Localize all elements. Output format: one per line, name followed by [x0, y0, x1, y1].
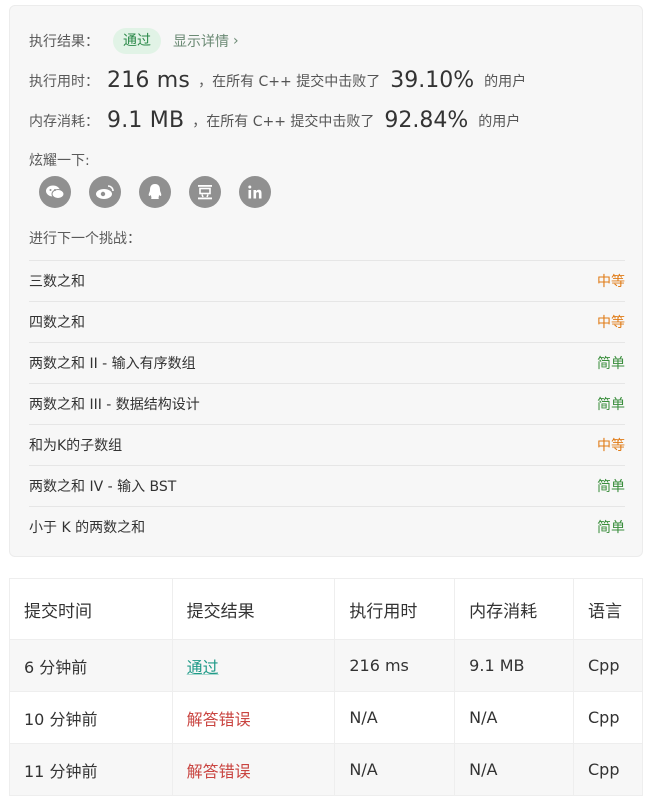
challenge-row: 进行下一个挑战： [29, 228, 141, 248]
submission-result: 解答错误 [171, 691, 336, 744]
share-label: 炫耀一下: [29, 153, 90, 169]
submission-result: 通过 [171, 639, 336, 692]
result-label: 执行结果： [29, 34, 99, 50]
difficulty-badge: 简单 [597, 356, 625, 372]
list-item[interactable]: 两数之和 III - 数据结构设计 简单 [29, 383, 625, 424]
problem-title[interactable]: 四数之和 [29, 312, 85, 332]
result-row: 执行结果： 通过 显示详情 › [29, 28, 239, 54]
show-details-link[interactable]: 显示详情 [173, 31, 229, 51]
difficulty-badge: 简单 [597, 479, 625, 495]
header-result[interactable]: 提交结果 [171, 578, 336, 640]
submission-result-link[interactable]: 解答错误 [187, 710, 251, 729]
header-memory[interactable]: 内存消耗 [454, 578, 574, 640]
problem-title[interactable]: 两数之和 III - 数据结构设计 [29, 394, 200, 414]
list-item[interactable]: 小于 K 的两数之和 简单 [29, 506, 625, 547]
submission-runtime: N/A [334, 691, 456, 744]
douban-icon[interactable] [189, 176, 221, 208]
qq-icon[interactable] [139, 176, 171, 208]
problem-title[interactable]: 两数之和 IV - 输入 BST [29, 476, 176, 496]
weibo-icon[interactable] [89, 176, 121, 208]
runtime-percent: 39.10% [390, 68, 475, 93]
memory-label: 内存消耗： [29, 113, 99, 130]
difficulty-badge: 中等 [597, 274, 625, 290]
header-language[interactable]: 语言 [573, 578, 643, 640]
submission-language: Cpp [573, 691, 643, 744]
submissions-table: 提交时间 提交结果 执行用时 内存消耗 语言 6 分钟前 通过 216 ms 9… [9, 578, 643, 796]
table-row: 11 分钟前 解答错误 N/A N/A Cpp [9, 743, 643, 796]
runtime-suffix: 的用户 [484, 73, 527, 90]
chevron-right-icon[interactable]: › [233, 33, 239, 49]
challenge-label: 进行下一个挑战： [29, 231, 141, 247]
header-runtime[interactable]: 执行用时 [334, 578, 456, 640]
linkedin-icon[interactable] [239, 176, 271, 208]
list-item[interactable]: 四数之和 中等 [29, 301, 625, 342]
runtime-label: 执行用时： [29, 73, 99, 90]
submission-time: 11 分钟前 [9, 743, 173, 796]
memory-value: 9.1 MB [107, 108, 185, 133]
challenge-list: 三数之和 中等 四数之和 中等 两数之和 II - 输入有序数组 简单 两数之和… [29, 260, 625, 547]
header-time[interactable]: 提交时间 [9, 578, 173, 640]
submission-memory: N/A [454, 691, 574, 744]
table-row: 6 分钟前 通过 216 ms 9.1 MB Cpp [9, 639, 643, 692]
table-row: 10 分钟前 解答错误 N/A N/A Cpp [9, 691, 643, 744]
submission-result: 解答错误 [171, 743, 336, 796]
table-header-row: 提交时间 提交结果 执行用时 内存消耗 语言 [9, 578, 643, 640]
difficulty-badge: 简单 [597, 397, 625, 413]
submission-runtime: 216 ms [334, 639, 456, 692]
list-item[interactable]: 三数之和 中等 [29, 260, 625, 301]
submission-memory: N/A [454, 743, 574, 796]
memory-middle-text: ，在所有 C++ 提交中击败了 [192, 113, 375, 130]
problem-title[interactable]: 三数之和 [29, 271, 85, 291]
memory-percent: 92.84% [384, 108, 469, 133]
problem-title[interactable]: 小于 K 的两数之和 [29, 517, 145, 537]
submission-runtime: N/A [334, 743, 456, 796]
status-badge: 通过 [113, 28, 161, 54]
submission-result-link[interactable]: 解答错误 [187, 762, 251, 781]
result-card: 执行结果： 通过 显示详情 › 执行用时： 216 ms ，在所有 C++ 提交… [9, 5, 643, 557]
submission-language: Cpp [573, 639, 643, 692]
difficulty-badge: 中等 [597, 438, 625, 454]
memory-suffix: 的用户 [478, 113, 521, 130]
runtime-value: 216 ms [107, 68, 191, 93]
submission-time: 10 分钟前 [9, 691, 173, 744]
share-row: 炫耀一下: [29, 150, 90, 170]
submission-result-link[interactable]: 通过 [187, 658, 219, 677]
runtime-middle-text: ，在所有 C++ 提交中击败了 [198, 73, 381, 90]
difficulty-badge: 中等 [597, 315, 625, 331]
list-item[interactable]: 两数之和 II - 输入有序数组 简单 [29, 342, 625, 383]
list-item[interactable]: 两数之和 IV - 输入 BST 简单 [29, 465, 625, 506]
submission-language: Cpp [573, 743, 643, 796]
submission-memory: 9.1 MB [454, 639, 574, 692]
share-icons [39, 176, 271, 208]
difficulty-badge: 简单 [597, 520, 625, 536]
problem-title[interactable]: 两数之和 II - 输入有序数组 [29, 353, 196, 373]
wechat-icon[interactable] [39, 176, 71, 208]
memory-row: 内存消耗： 9.1 MB ，在所有 C++ 提交中击败了 92.84% 的用户 [29, 108, 520, 133]
list-item[interactable]: 和为K的子数组 中等 [29, 424, 625, 465]
problem-title[interactable]: 和为K的子数组 [29, 435, 122, 455]
submission-time: 6 分钟前 [9, 639, 173, 692]
runtime-row: 执行用时： 216 ms ，在所有 C++ 提交中击败了 39.10% 的用户 [29, 68, 526, 93]
